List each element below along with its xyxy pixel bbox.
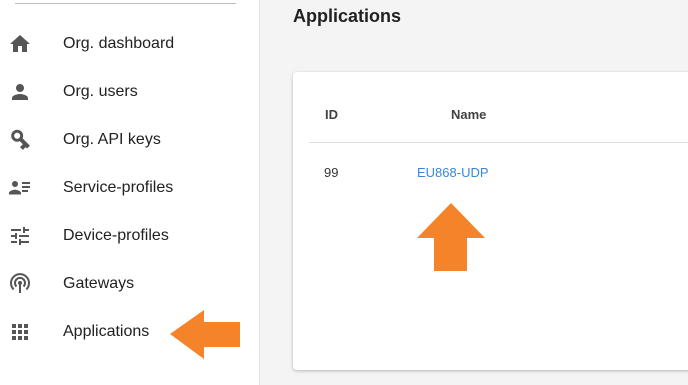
sidebar-divider <box>15 3 236 4</box>
annotation-arrow-left-icon <box>170 310 240 359</box>
sidebar-item-label: Org. users <box>63 83 138 100</box>
sidebar-item-service-profiles[interactable]: Service-profiles <box>0 166 259 210</box>
person-icon <box>8 80 32 104</box>
table-cell-id: 99 <box>324 165 339 180</box>
sidebar-item-label: Service-profiles <box>63 179 174 196</box>
sidebar-item-org-dashboard[interactable]: Org. dashboard <box>0 22 259 66</box>
apps-icon <box>8 320 32 344</box>
sidebar-item-device-profiles[interactable]: Device-profiles <box>0 214 259 258</box>
sidebar-item-label: Device-profiles <box>63 227 169 244</box>
access-point-icon <box>8 272 32 296</box>
sidebar-item-gateways[interactable]: Gateways <box>0 262 259 306</box>
application-link[interactable]: EU868-UDP <box>417 165 489 180</box>
annotation-arrow-up-icon <box>417 203 485 271</box>
table-divider <box>309 142 688 143</box>
sidebar-item-label: Org. API keys <box>63 131 161 148</box>
page-title: Applications <box>293 6 402 26</box>
key-icon <box>8 128 32 152</box>
applications-table-card: ID Name 99 EU868-UDP <box>293 72 688 370</box>
sidebar-item-label: Org. dashboard <box>63 35 175 52</box>
home-icon <box>8 32 32 56</box>
column-header-id[interactable]: ID <box>325 107 338 122</box>
sidebar-item-org-api-keys[interactable]: Org. API keys <box>0 118 259 162</box>
main-content: Applications ID Name 99 EU868-UDP <box>260 0 688 385</box>
sidebar-item-org-users[interactable]: Org. users <box>0 70 259 114</box>
column-header-name[interactable]: Name <box>451 107 486 122</box>
sidebar-item-label: Applications <box>63 323 150 340</box>
tune-icon <box>8 224 32 248</box>
account-details-icon <box>8 176 32 200</box>
sidebar-item-label: Gateways <box>63 275 135 292</box>
